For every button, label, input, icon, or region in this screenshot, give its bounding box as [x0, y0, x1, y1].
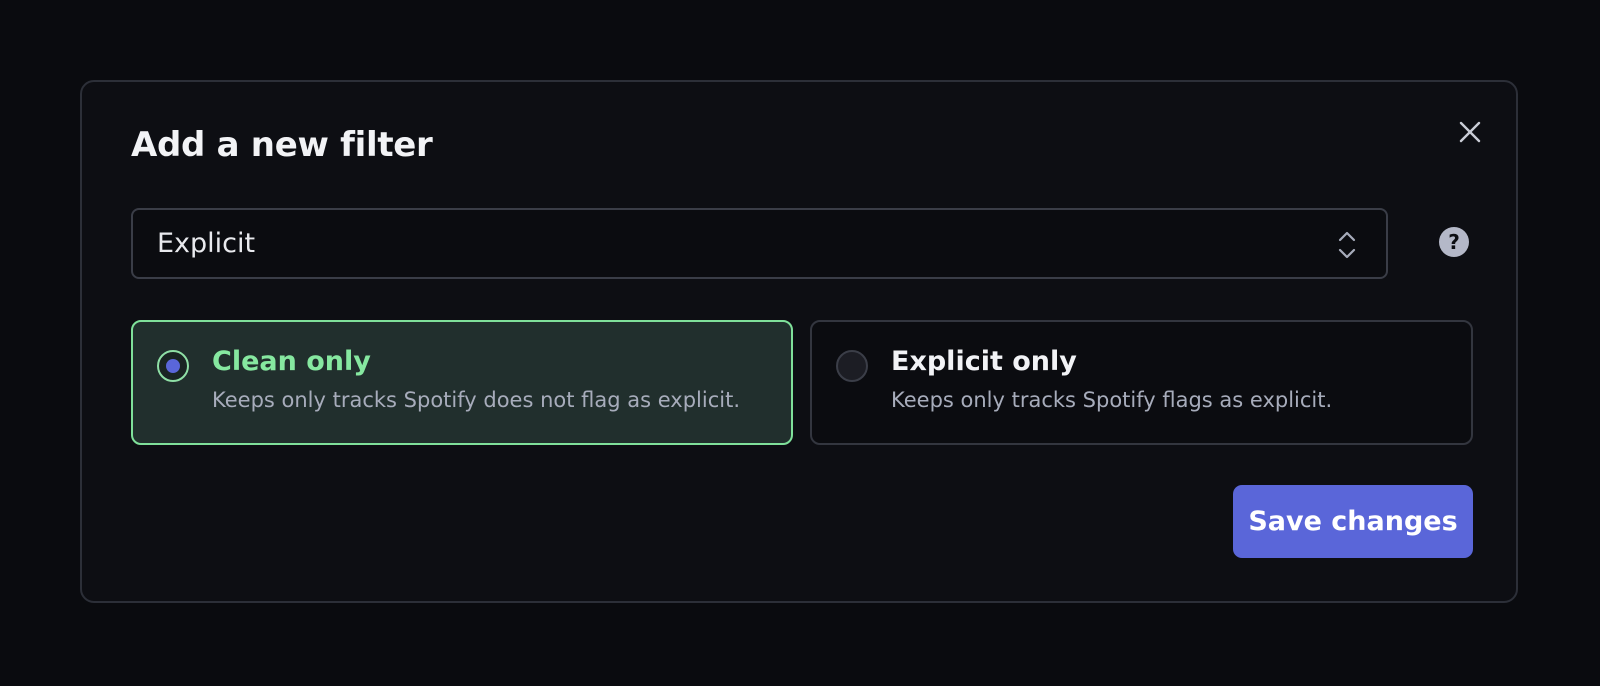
chevron-up-down-icon — [1338, 231, 1356, 259]
close-icon — [1459, 121, 1481, 143]
radio-selected-dot — [166, 359, 180, 373]
option-description: Keeps only tracks Spotify flags as expli… — [891, 388, 1333, 412]
option-description: Keeps only tracks Spotify does not flag … — [212, 388, 741, 412]
add-filter-dialog: Add a new filter Explicit ? Clean only K… — [80, 80, 1518, 603]
save-changes-button[interactable]: Save changes — [1233, 485, 1473, 558]
help-icon[interactable]: ? — [1439, 227, 1469, 257]
close-button[interactable] — [1453, 115, 1487, 149]
option-explicit-only[interactable]: Explicit only Keeps only tracks Spotify … — [810, 320, 1473, 445]
select-value: Explicit — [157, 228, 256, 259]
dialog-title: Add a new filter — [131, 125, 433, 165]
radio-clean-only[interactable] — [157, 350, 189, 382]
filter-type-select[interactable]: Explicit — [131, 208, 1388, 279]
radio-explicit-only[interactable] — [836, 350, 868, 382]
option-title: Clean only — [212, 346, 371, 377]
option-clean-only[interactable]: Clean only Keeps only tracks Spotify doe… — [131, 320, 793, 445]
help-glyph: ? — [1448, 230, 1460, 254]
option-title: Explicit only — [891, 346, 1077, 377]
